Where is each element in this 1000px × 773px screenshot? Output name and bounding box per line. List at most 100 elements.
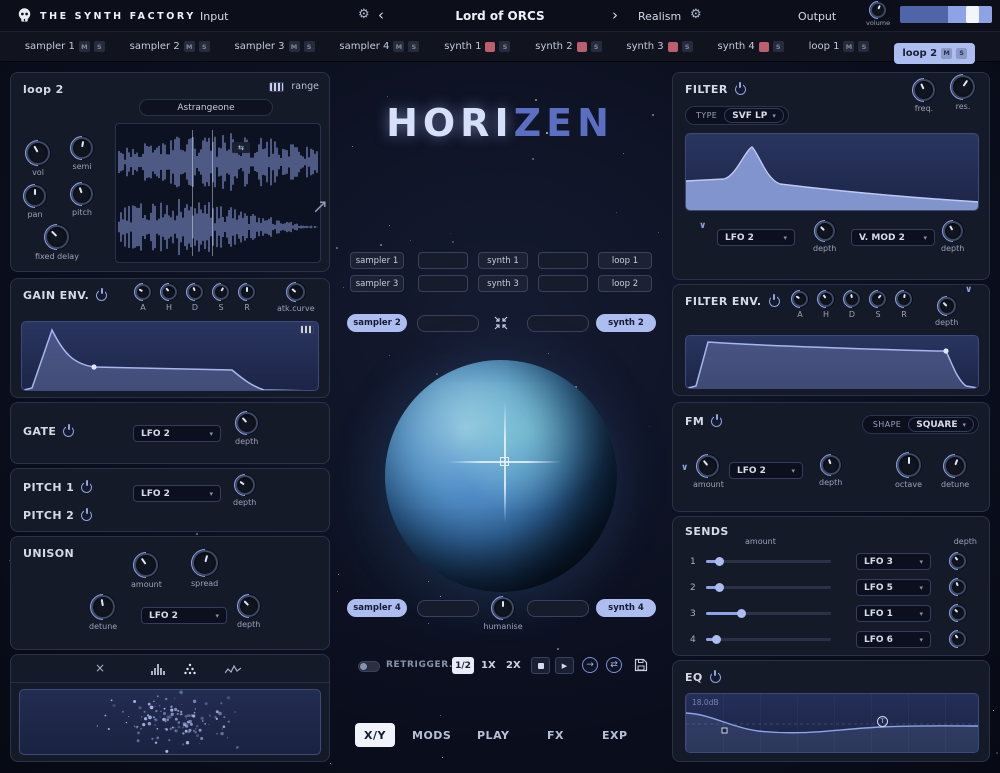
solo-button[interactable]: S — [408, 41, 419, 52]
filter-env-display[interactable] — [685, 335, 979, 389]
swap-arrow-button[interactable]: ⇄ — [606, 657, 622, 673]
tab-sampler-4[interactable]: sampler 4MS — [339, 41, 419, 52]
routing-slot-empty[interactable] — [527, 600, 589, 617]
waveform-display[interactable]: ⇆ — [115, 123, 321, 263]
slider-handle[interactable] — [715, 583, 724, 592]
loop-vol-knob[interactable] — [26, 141, 50, 165]
mute-button[interactable]: M — [843, 41, 854, 52]
view-tab-play[interactable]: PLAY — [477, 729, 510, 742]
mute-button[interactable] — [759, 42, 769, 52]
loop-marker[interactable] — [212, 130, 213, 256]
settings-gear-icon[interactable]: ⚙ — [358, 7, 370, 22]
loop-mode-icon[interactable]: ⇆ — [232, 142, 250, 153]
filter-curve-display[interactable] — [685, 133, 979, 211]
routing-slot-empty[interactable] — [527, 315, 589, 332]
mute-button[interactable] — [577, 42, 587, 52]
sustain-knob[interactable] — [870, 291, 886, 307]
decay-knob[interactable] — [844, 291, 860, 307]
send-2-lfo-select[interactable]: LFO 5▾ — [856, 579, 931, 596]
attack-knob[interactable] — [135, 284, 151, 300]
unison-depth-knob[interactable] — [238, 595, 260, 617]
range-control[interactable]: range — [269, 81, 319, 92]
tab-loop-2[interactable]: loop 2MS — [894, 43, 975, 64]
eq-node-handle[interactable]: T — [877, 716, 888, 727]
tab-synth-1[interactable]: synth 1S — [444, 41, 510, 52]
mode-label[interactable]: Realism — [638, 10, 681, 23]
output-menu[interactable]: Output — [798, 10, 836, 23]
attack-knob[interactable] — [792, 291, 808, 307]
tab-synth-3[interactable]: synth 3S — [626, 41, 692, 52]
send-4-amount-slider[interactable] — [706, 631, 831, 648]
send-4-lfo-select[interactable]: LFO 6▾ — [856, 631, 931, 648]
routing-source-sampler-3[interactable]: sampler 3 — [350, 275, 404, 292]
volume-slider-handle[interactable] — [966, 6, 979, 23]
mute-button[interactable]: M — [941, 48, 952, 59]
mute-button[interactable] — [668, 42, 678, 52]
tab-sampler-2[interactable]: sampler 2MS — [130, 41, 210, 52]
routing-source-loop-2[interactable]: loop 2 — [598, 275, 652, 292]
unison-spread-knob[interactable] — [192, 550, 218, 576]
routing-source-synth-3[interactable]: synth 3 — [478, 275, 528, 292]
speed-2x-button[interactable]: 2X — [506, 660, 521, 671]
power-button[interactable] — [96, 290, 107, 301]
solo-button[interactable]: S — [858, 41, 869, 52]
solo-button[interactable]: S — [499, 41, 510, 52]
tab-sampler-1[interactable]: sampler 1MS — [25, 41, 105, 52]
routing-source-loop-1[interactable]: loop 1 — [598, 252, 652, 269]
power-button[interactable] — [735, 84, 746, 95]
send-3-lfo-select[interactable]: LFO 1▾ — [856, 605, 931, 622]
speed-half-button[interactable]: 1/2 — [452, 657, 474, 674]
filter-mod-depth-knob[interactable] — [943, 221, 963, 241]
volume-knob[interactable] — [870, 2, 886, 18]
loop-fixed-delay-knob[interactable] — [45, 225, 69, 249]
mute-button[interactable]: M — [79, 41, 90, 52]
release-knob[interactable] — [896, 291, 912, 307]
stop-button[interactable] — [531, 657, 550, 674]
fenv-depth-knob[interactable] — [938, 297, 956, 315]
sample-name-pill[interactable]: Astrangeone — [139, 99, 273, 116]
xy-pad-planet[interactable] — [385, 360, 617, 592]
speed-1x-button[interactable]: 1X — [481, 660, 496, 671]
send-4-depth-knob[interactable] — [950, 631, 966, 647]
sustain-knob[interactable] — [213, 284, 229, 300]
xy-source-x-right[interactable]: synth 2 — [596, 314, 656, 332]
filter-type-select[interactable]: SVF LP▾ — [724, 108, 784, 123]
tab-loop-1[interactable]: loop 1MS — [809, 41, 870, 52]
gate-depth-knob[interactable] — [236, 412, 258, 434]
fm-shape-select[interactable]: SQUARE▾ — [908, 417, 974, 432]
solo-button[interactable]: S — [591, 41, 602, 52]
scatter-wave-icon[interactable] — [225, 663, 241, 675]
power-button[interactable] — [63, 426, 74, 437]
retrigger-toggle[interactable] — [358, 661, 380, 672]
swap-axes-icon[interactable] — [493, 315, 509, 331]
send-1-amount-slider[interactable] — [706, 553, 831, 570]
solo-button[interactable]: S — [304, 41, 315, 52]
xy-source-y-right[interactable]: synth 4 — [596, 599, 656, 617]
xy-source-y-left[interactable]: sampler 4 — [347, 599, 407, 617]
filter-res-knob[interactable] — [951, 75, 975, 99]
solo-button[interactable]: S — [956, 48, 967, 59]
filter-lfo-select[interactable]: LFO 2▾ — [717, 229, 795, 246]
preset-next-button[interactable]: › — [612, 6, 618, 24]
save-icon[interactable] — [634, 658, 648, 672]
pitch-lfo-select[interactable]: LFO 2▾ — [133, 485, 221, 502]
humanise-knob[interactable] — [492, 597, 514, 619]
mute-button[interactable]: M — [184, 41, 195, 52]
send-3-amount-slider[interactable] — [706, 605, 831, 622]
play-button[interactable]: ▶ — [555, 657, 574, 674]
gate-lfo-select[interactable]: LFO 2▾ — [133, 425, 221, 442]
unison-amount-knob[interactable] — [134, 553, 158, 577]
fm-detune-knob[interactable] — [944, 455, 966, 477]
tab-sampler-3[interactable]: sampler 3MS — [235, 41, 315, 52]
decay-knob[interactable] — [187, 284, 203, 300]
input-menu[interactable]: Input — [200, 10, 228, 23]
mode-gear-icon[interactable]: ⚙ — [690, 7, 702, 22]
routing-slot-empty[interactable] — [538, 275, 588, 292]
filter-freq-knob[interactable] — [913, 79, 935, 101]
loop-semi-knob[interactable] — [71, 137, 93, 159]
solo-button[interactable]: S — [682, 41, 693, 52]
power-button[interactable] — [711, 416, 722, 427]
routing-slot-empty[interactable] — [418, 252, 468, 269]
gain-env-display[interactable] — [21, 321, 319, 391]
spray-icon[interactable] — [183, 662, 197, 676]
